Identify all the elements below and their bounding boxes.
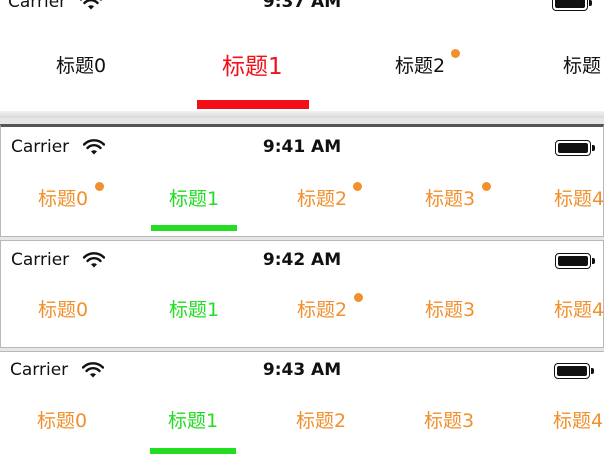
status-bar: Carrier 9:43 AM <box>0 357 604 383</box>
tab-0[interactable]: 标题0 <box>37 409 87 433</box>
tab-1-selected[interactable]: 标题1 <box>168 409 218 433</box>
badge-dot-tab-3 <box>482 182 491 191</box>
badge-dot-tab-2 <box>451 49 460 58</box>
tab-0[interactable]: 标题0 <box>38 298 88 322</box>
status-bar: Carrier 9:42 AM <box>1 247 603 273</box>
tab-panel-0: Carrier 9:37 AM 标题0 标题1 标题2 标题 <box>0 0 604 118</box>
status-time: 9:37 AM <box>262 0 342 12</box>
battery-icon <box>555 253 595 269</box>
selected-tab-indicator <box>151 225 237 231</box>
battery-icon <box>554 363 594 379</box>
tab-4-partial[interactable]: 标题4 <box>554 187 603 211</box>
tab-panel-3: Carrier 9:43 AM 标题0 标题1 标题2 标题3 标题4 <box>0 351 604 456</box>
status-time: 9:41 AM <box>262 137 342 157</box>
tab-3[interactable]: 标题3 <box>425 187 475 211</box>
battery-icon <box>552 0 592 11</box>
tab-3-partial[interactable]: 标题 <box>563 54 601 78</box>
badge-dot-tab-0 <box>95 182 104 191</box>
tab-2[interactable]: 标题2 <box>296 409 346 433</box>
selected-tab-indicator <box>150 448 236 454</box>
status-time: 9:42 AM <box>262 250 342 270</box>
tab-panel-2: Carrier 9:42 AM 标题0 标题1 标题2 标题3 标题4 <box>0 240 604 348</box>
status-time: 9:43 AM <box>262 360 342 380</box>
tab-3[interactable]: 标题3 <box>425 298 475 322</box>
tab-2[interactable]: 标题2 <box>297 187 347 211</box>
tab-1-selected[interactable]: 标题1 <box>222 53 283 81</box>
status-bar: Carrier 9:37 AM <box>0 0 604 15</box>
tab-1-selected[interactable]: 标题1 <box>169 187 219 211</box>
status-bar: Carrier 9:41 AM <box>1 134 603 160</box>
tab-1-selected[interactable]: 标题1 <box>169 298 219 322</box>
tab-panel-1: Carrier 9:41 AM 标题0 标题1 标题2 标题3 标题4 <box>0 124 604 237</box>
tab-4-partial[interactable]: 标题4 <box>553 409 603 433</box>
tab-3[interactable]: 标题3 <box>424 409 474 433</box>
tab-2[interactable]: 标题2 <box>395 54 445 78</box>
badge-dot-tab-2 <box>354 293 363 302</box>
tab-4-partial[interactable]: 标题4 <box>554 298 603 322</box>
tab-0[interactable]: 标题0 <box>56 54 106 78</box>
selected-tab-indicator <box>197 100 309 109</box>
divider <box>0 111 604 118</box>
tab-0[interactable]: 标题0 <box>38 187 88 211</box>
tab-2[interactable]: 标题2 <box>297 298 347 322</box>
battery-icon <box>555 140 595 156</box>
badge-dot-tab-2 <box>353 182 362 191</box>
